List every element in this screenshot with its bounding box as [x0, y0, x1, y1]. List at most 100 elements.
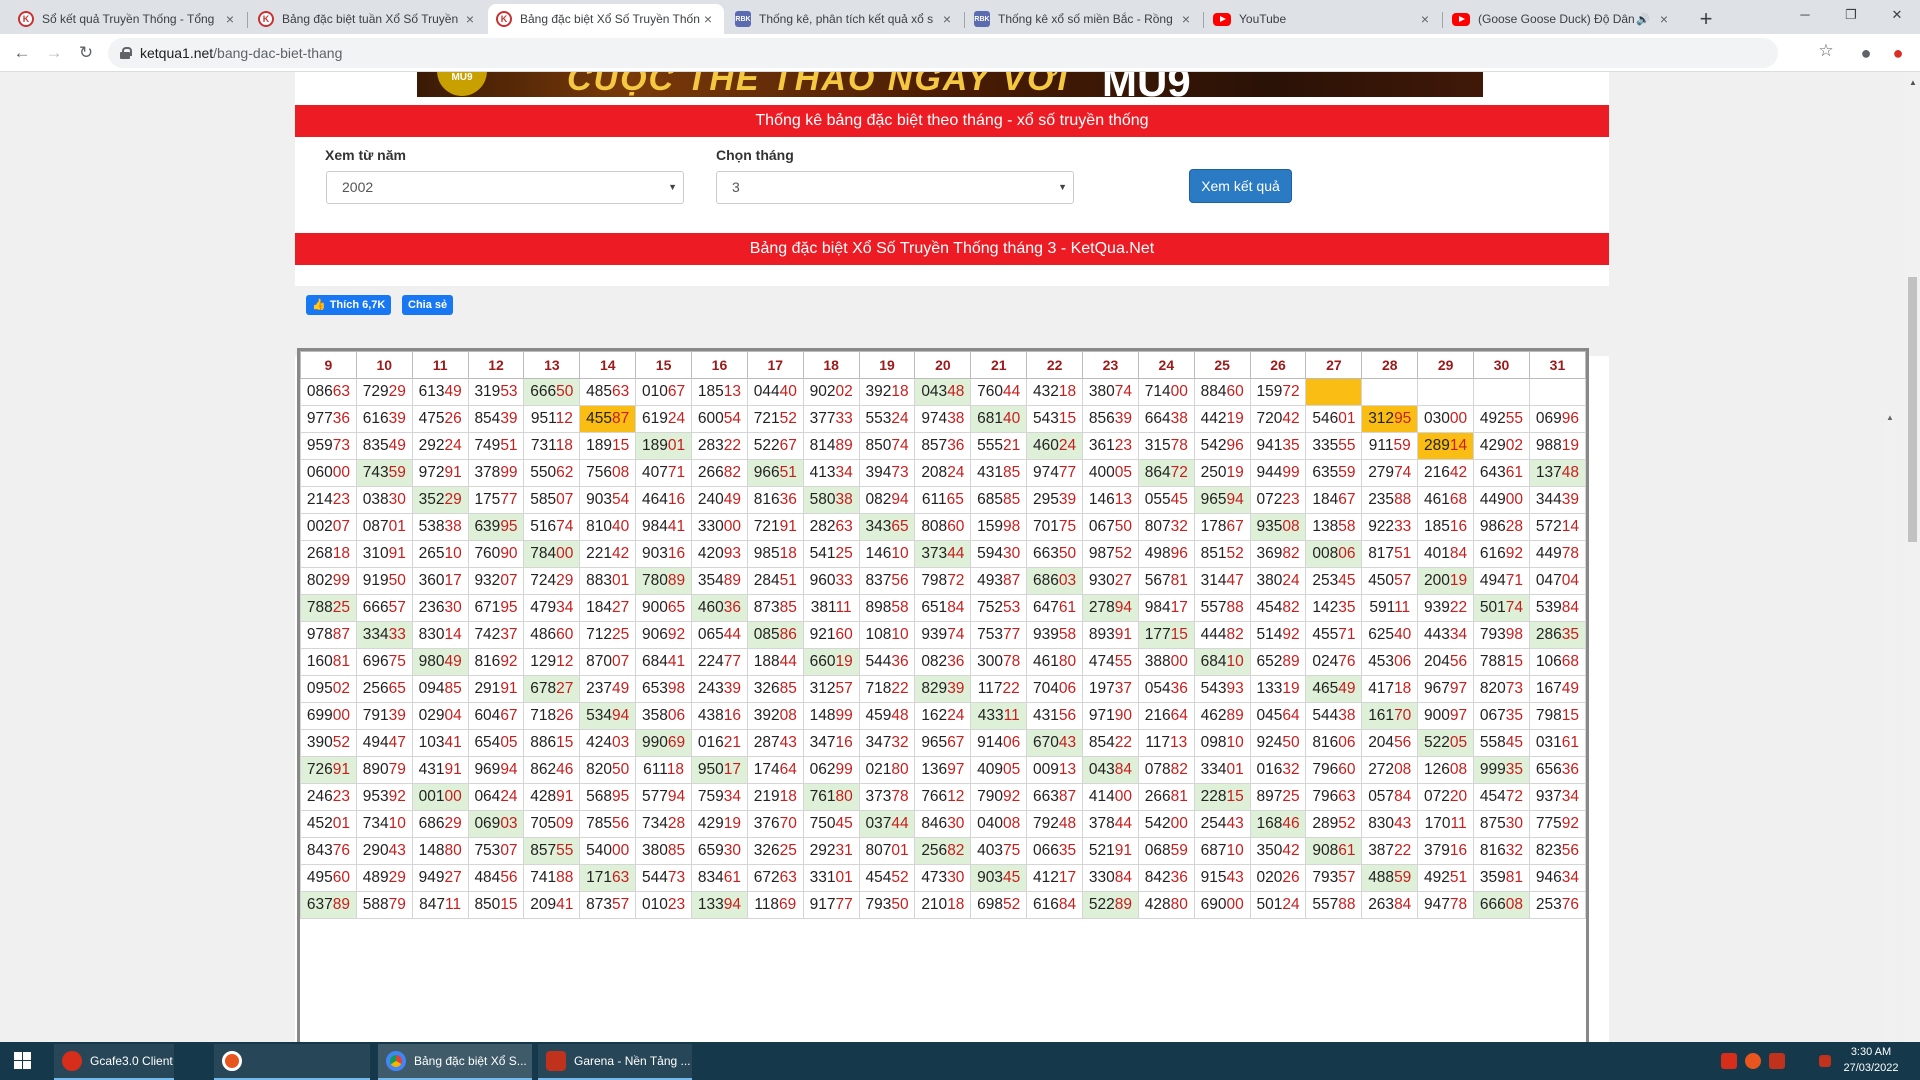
result-last-two-digits: 26	[444, 410, 462, 427]
close-icon[interactable]: ×	[1656, 11, 1672, 27]
tab-thong-ke-mien-bac[interactable]: RBK Thống kê xổ số miền Bắc - Rồng ×	[966, 4, 1202, 34]
address-bar[interactable]: ketqua1.net /bang-dac-biet-thang	[108, 38, 1778, 68]
tab-separator	[1203, 12, 1204, 28]
start-button[interactable]	[0, 1042, 48, 1080]
scroll-up-arrow-icon[interactable]: ▲	[1886, 413, 1894, 422]
result-cell: 07882	[1137, 756, 1195, 784]
year-select[interactable]: 2002 ▼	[326, 171, 684, 204]
result-prefix: 984	[642, 518, 668, 535]
page-scrollbar[interactable]: ▲	[1905, 72, 1920, 1042]
result-last-two-digits: 51	[779, 572, 797, 589]
ad-banner[interactable]: MU9 CUỘC THỂ THAO NGAY VỚI MU9	[417, 72, 1483, 97]
result-cell: 98819	[1528, 432, 1587, 460]
scroll-up-arrow-icon[interactable]: ▲	[1909, 78, 1917, 87]
result-cell: 50124	[1249, 891, 1307, 919]
close-icon[interactable]: ×	[1178, 11, 1194, 27]
reload-icon[interactable]: ↻	[72, 39, 100, 67]
result-cell: 63995	[467, 513, 525, 541]
bookmark-star-icon[interactable]: ☆	[1814, 39, 1838, 63]
tray-notification-icon[interactable]	[1819, 1055, 1831, 1067]
result-prefix: 521	[1088, 842, 1115, 859]
close-icon[interactable]: ×	[939, 11, 955, 27]
result-last-two-digits: 24	[891, 410, 909, 427]
result-last-two-digits: 44	[779, 653, 797, 670]
tab-bang-dac-biet-active[interactable]: K Bảng đặc biệt Xổ Số Truyền Thống ×	[488, 4, 724, 34]
speaker-icon[interactable]: 🔊	[1636, 13, 1650, 26]
result-cell: 41718	[1361, 675, 1419, 703]
result-prefix: 544	[865, 653, 892, 670]
result-last-two-digits: 60	[1226, 383, 1244, 400]
extension-icon[interactable]: ●	[1886, 41, 1910, 65]
tab-bang-dac-biet-tuan[interactable]: K Bảng đặc biệt tuần Xổ Số Truyền ×	[250, 4, 486, 34]
view-results-button[interactable]: Xem kết quả	[1189, 169, 1292, 203]
taskbar-garena-launcher[interactable]	[214, 1044, 370, 1080]
tab-so-ket-qua[interactable]: K Sổ kết quả Truyền Thống - Tổng ×	[10, 4, 246, 34]
result-last-two-digits: 96	[1170, 545, 1188, 562]
table-scrollbar[interactable]: ▲	[1885, 413, 1895, 1042]
system-clock[interactable]: 3:30 AM 27/03/2022	[1836, 1044, 1906, 1076]
result-cell: 06299	[802, 756, 860, 784]
tray-app-icon[interactable]	[1769, 1053, 1785, 1069]
result-cell: 37344	[914, 540, 972, 568]
column-header-day: 25	[1193, 351, 1251, 379]
result-last-two-digits: 52	[1226, 545, 1244, 562]
taskbar-garena[interactable]: Garena - Nền Tảng ...	[538, 1044, 692, 1080]
close-icon[interactable]: ×	[222, 11, 238, 27]
result-last-two-digits: 17	[444, 572, 462, 589]
result-prefix: 816	[474, 653, 501, 670]
result-last-two-digits: 97	[1449, 707, 1468, 724]
result-prefix: 266	[697, 464, 724, 481]
result-last-two-digits: 75	[1003, 842, 1021, 859]
result-prefix: 830	[1368, 815, 1395, 832]
tab-goose-goose-duck[interactable]: (Goose Goose Duck) Độ Dân 🔊 ×	[1444, 4, 1680, 34]
result-prefix: 360	[418, 572, 445, 589]
result-cell: 44482	[1193, 621, 1251, 649]
result-prefix: 431	[977, 464, 1004, 481]
result-cell: 67827	[523, 675, 581, 703]
result-prefix: 378	[474, 464, 501, 481]
result-prefix: 780	[642, 572, 668, 589]
result-last-two-digits: 43	[1226, 815, 1244, 832]
tab-youtube[interactable]: YouTube ×	[1205, 4, 1441, 34]
profile-icon[interactable]: ●	[1854, 41, 1878, 65]
result-last-two-digits: 23	[1282, 491, 1300, 508]
close-icon[interactable]: ×	[700, 11, 716, 27]
restore-icon[interactable]: ❐	[1828, 0, 1874, 30]
scrollbar-thumb[interactable]	[1908, 277, 1917, 542]
result-last-two-digits: 78	[1449, 896, 1468, 913]
facebook-like-button[interactable]: 👍 Thích 6,7K	[306, 295, 392, 315]
close-icon[interactable]: ×	[462, 11, 478, 27]
result-last-two-digits: 08	[612, 464, 630, 481]
tray-v-icon[interactable]	[1721, 1053, 1737, 1069]
result-last-two-digits: 65	[946, 491, 964, 508]
result-last-two-digits: 56	[612, 815, 630, 832]
result-last-two-digits: 74	[556, 518, 574, 535]
result-cell: 34365	[858, 513, 916, 541]
result-last-two-digits: 19	[1449, 572, 1468, 589]
column-header-day: 15	[635, 351, 693, 379]
result-prefix: 282	[809, 518, 836, 535]
back-arrow-icon[interactable]: ←	[8, 39, 36, 67]
taskbar-gcafe[interactable]: Gcafe3.0 Client	[54, 1044, 174, 1080]
minimize-icon[interactable]: ─	[1782, 0, 1828, 30]
result-prefix: 761	[809, 788, 836, 805]
table-row: 26818 31091 26510 76090 78400 22142 90316 42093…	[300, 540, 1587, 568]
result-last-two-digits: 80	[1170, 896, 1188, 913]
month-select[interactable]: 3 ▼	[716, 171, 1074, 204]
forward-arrow-icon[interactable]: →	[40, 39, 68, 67]
facebook-share-button[interactable]: Chia sẻ	[402, 295, 454, 315]
result-cell: 08663	[300, 378, 357, 406]
result-last-two-digits: 05	[500, 734, 518, 751]
close-icon[interactable]: ×	[1417, 11, 1433, 27]
result-last-two-digits: 12	[947, 788, 965, 805]
result-cell: 42093	[691, 540, 748, 568]
result-cell: 93027	[1082, 567, 1139, 595]
taskbar-chrome[interactable]: Bảng đặc biệt Xổ S...	[378, 1044, 532, 1080]
window-close-icon[interactable]: ✕	[1874, 0, 1920, 30]
tab-thong-ke-phan-tich[interactable]: RBK Thống kê, phân tích kết quả xổ s ×	[727, 4, 963, 34]
tray-garena-icon[interactable]	[1745, 1053, 1761, 1069]
result-prefix: 553	[865, 410, 892, 427]
column-header-day: 17	[746, 351, 804, 379]
result-prefix: 407	[642, 464, 668, 481]
new-tab-button[interactable]: +	[1692, 6, 1720, 34]
